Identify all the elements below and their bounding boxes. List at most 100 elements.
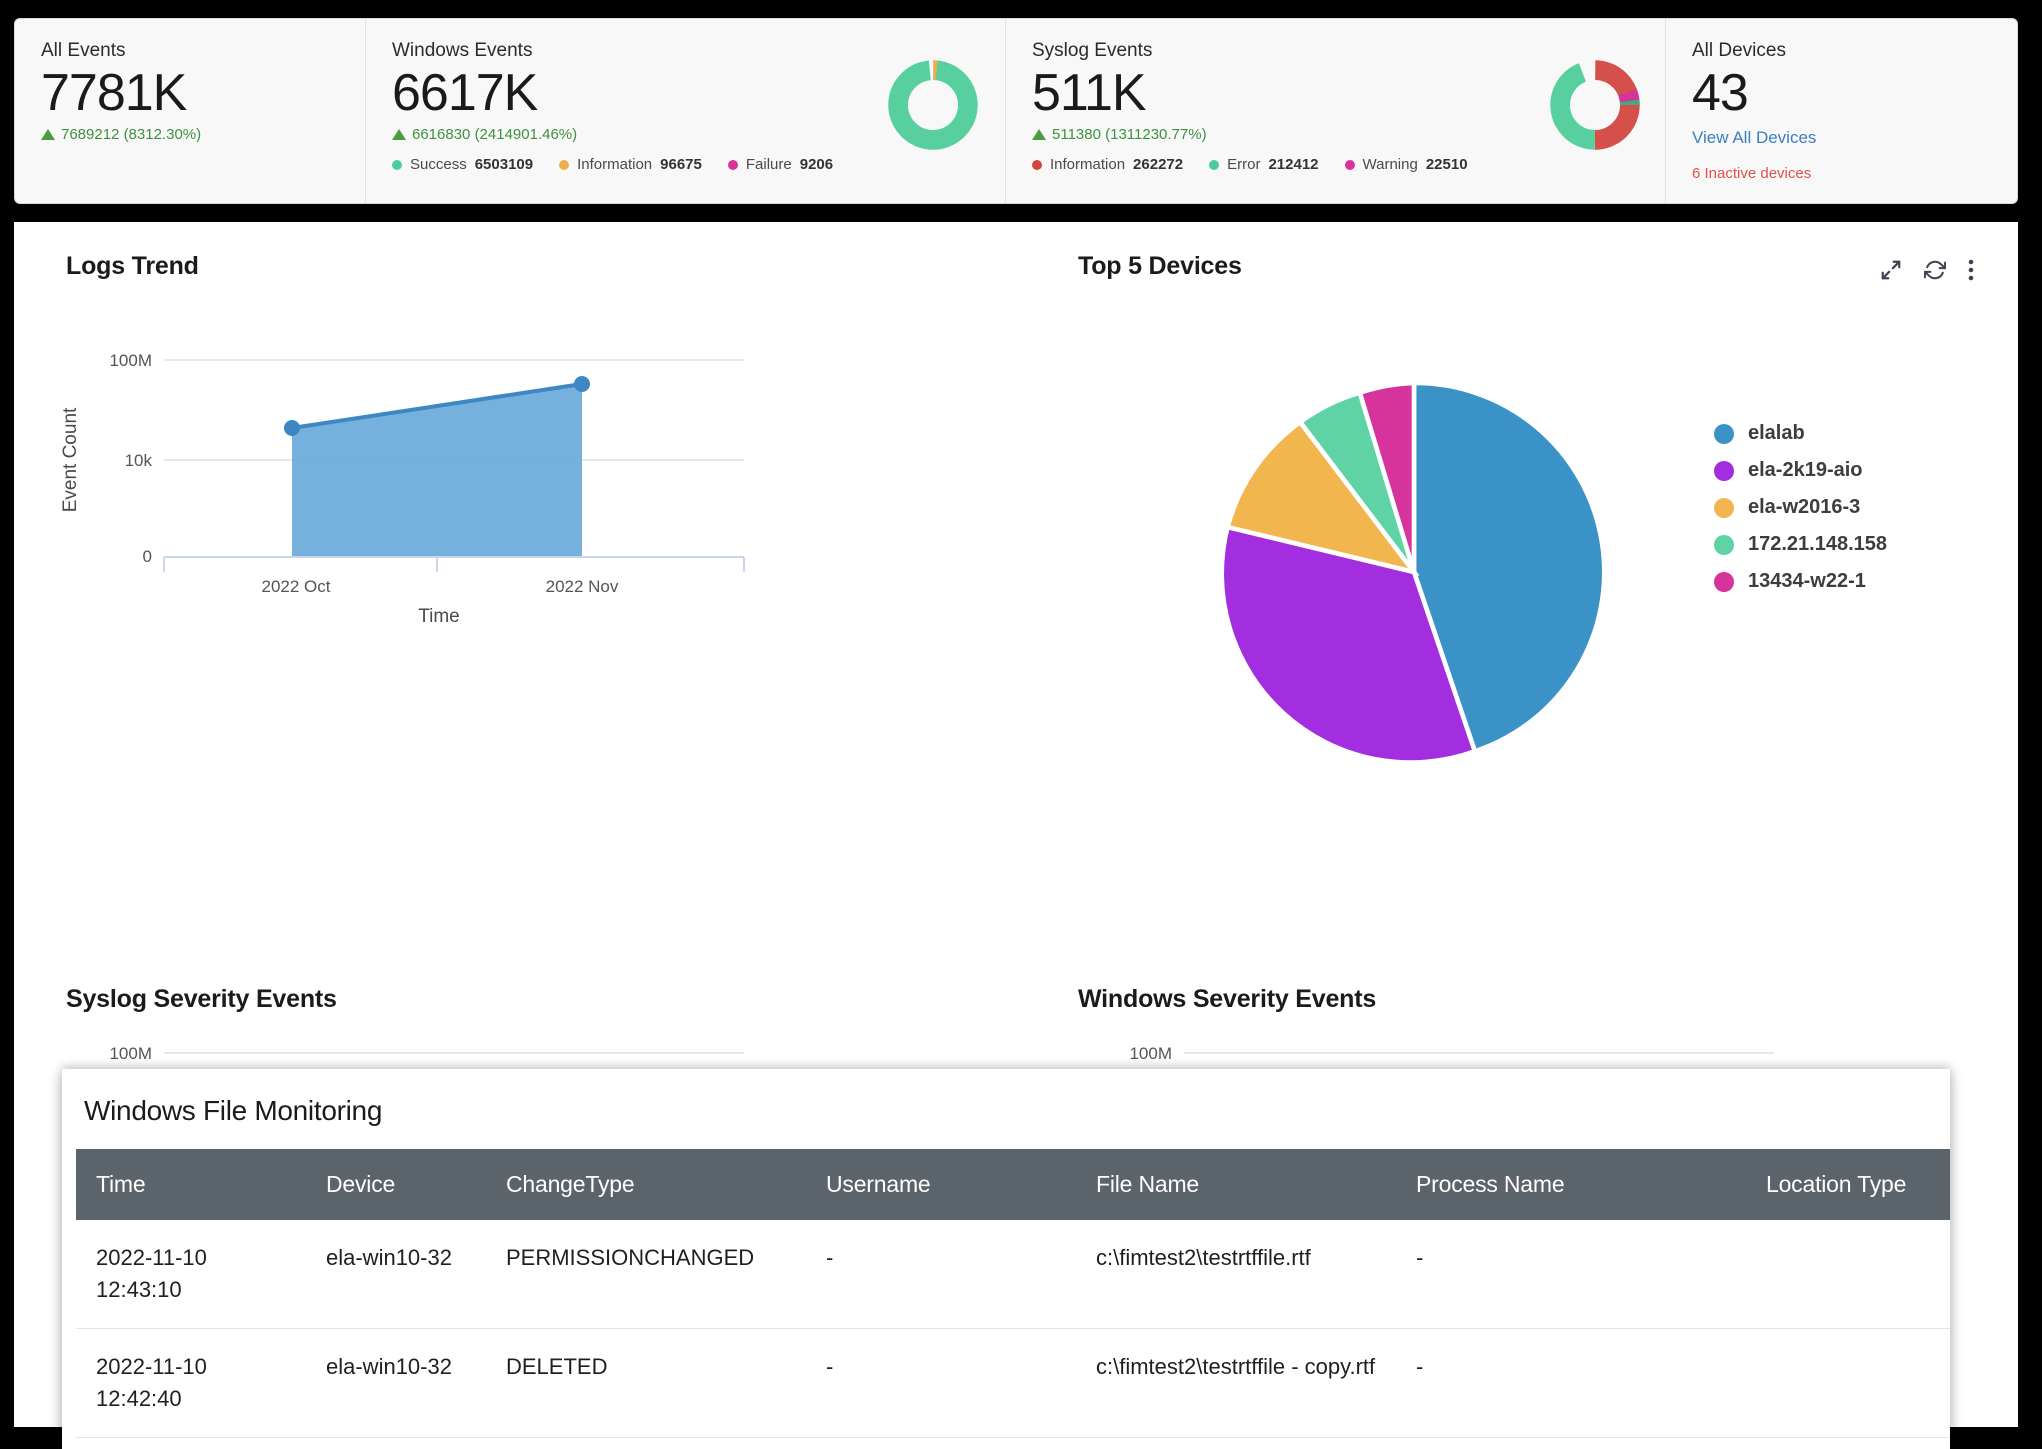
xtick-2022-oct: 2022 Oct xyxy=(262,577,331,596)
legend-value-syslog-information: 262272 xyxy=(1133,156,1184,173)
cell-username: - xyxy=(806,1328,1076,1438)
legend-value-syslog-warning: 22510 xyxy=(1425,156,1468,173)
kpi-card-all-events: All Events 7781K 7689212 (8312.30%) xyxy=(15,19,365,203)
ytick-100m: 100M xyxy=(109,351,152,370)
trend-up-icon xyxy=(392,129,406,141)
legend-dot-syslog-warning xyxy=(1344,159,1355,170)
ytick-100m: 100M xyxy=(1129,1044,1172,1063)
cell-username: - xyxy=(806,1220,1076,1329)
column-header-file-name[interactable]: File Name xyxy=(1076,1149,1396,1220)
kpi-legend-windows-events: Success 6503109 Information 96675 Failur… xyxy=(392,156,833,173)
legend-label-13434-w22-1: 13434-w22-1 xyxy=(1748,570,1866,592)
table-row[interactable]: 2022-11-10 12:42:40 ela-win10-32 DELETED… xyxy=(76,1328,1950,1438)
kpi-value-all-devices: 43 xyxy=(1692,64,1749,122)
panel-logs-trend: Logs Trend 100M 10k 0 Event Count 2022 O… xyxy=(14,222,1014,955)
panel-windows-file-monitoring: Windows File Monitoring Time Device Chan… xyxy=(62,1069,1950,1449)
cell-location-type xyxy=(1746,1220,1950,1329)
ytick-10k: 10k xyxy=(125,451,153,470)
legend-label-failure: Failure xyxy=(745,156,792,173)
view-all-devices-link[interactable]: View All Devices xyxy=(1692,128,2015,148)
kpi-card-windows-events: Windows Events 6617K 6616830 (2414901.46… xyxy=(365,19,1005,203)
legend-item-information: Information 96675 xyxy=(559,156,702,173)
cell-changetype: DELETED xyxy=(486,1328,806,1438)
panel-title-syslog-severity: Syslog Severity Events xyxy=(66,985,337,1013)
column-header-time[interactable]: Time xyxy=(76,1149,306,1220)
legend-dot-13434-w22-1 xyxy=(1714,571,1734,592)
expand-icon[interactable] xyxy=(1880,259,1902,281)
legend-label-information: Information xyxy=(577,156,653,173)
logs-trend-chart: 100M 10k 0 Event Count 2022 Oct 2022 Nov… xyxy=(60,351,745,627)
kpi-legend-syslog-events: Information 262272 Error 212412 Warning … xyxy=(1032,156,1468,173)
kpi-title-all-devices: All Devices xyxy=(1692,40,1786,61)
column-header-process-name[interactable]: Process Name xyxy=(1396,1149,1746,1220)
cell-time: 2022-11-10 12:42:40 xyxy=(76,1328,306,1438)
legend-dot-information xyxy=(559,159,570,170)
kpi-card-syslog-events: Syslog Events 511K 511380 (1311230.77%) … xyxy=(1005,19,1665,203)
kpi-value-all-events: 7781K xyxy=(41,64,187,122)
table-header-row: Time Device ChangeType Username File Nam… xyxy=(76,1149,1950,1220)
column-header-username[interactable]: Username xyxy=(806,1149,1076,1220)
trend-up-icon xyxy=(1032,129,1046,141)
refresh-icon[interactable] xyxy=(1924,259,1946,281)
cell-changetype: PERMISSIONCHANGED xyxy=(486,1220,806,1329)
kpi-delta-all-events: 7689212 (8312.30%) xyxy=(41,126,365,143)
top-devices-legend: elalab ela-2k19-aio ela-w2016-3 172.21.1… xyxy=(1714,422,1887,593)
legend-item-172-21-148-158[interactable]: 172.21.148.158 xyxy=(1714,533,1887,556)
legend-item-syslog-warning: Warning 22510 xyxy=(1344,156,1468,173)
legend-item-13434-w22-1[interactable]: 13434-w22-1 xyxy=(1714,570,1887,593)
legend-item-elalab[interactable]: elalab xyxy=(1714,422,1887,445)
kpi-title-syslog-events: Syslog Events xyxy=(1032,40,1153,61)
ytick-0: 0 xyxy=(143,547,152,566)
legend-value-failure: 9206 xyxy=(799,156,834,173)
top-devices-pie-chart xyxy=(1219,380,1607,765)
legend-dot-172-21-148-158 xyxy=(1714,534,1734,555)
legend-item-syslog-error: Error 212412 xyxy=(1209,156,1319,173)
donut-svg xyxy=(888,60,978,150)
column-header-changetype[interactable]: ChangeType xyxy=(486,1149,806,1220)
cell-location-type xyxy=(1746,1328,1950,1438)
kpi-delta-text-all-events: 7689212 (8312.30%) xyxy=(61,126,202,144)
kpi-card-all-devices: All Devices 43 View All Devices 6 Inacti… xyxy=(1665,19,2015,203)
legend-dot-ela-2k19-aio xyxy=(1714,460,1734,481)
column-header-device[interactable]: Device xyxy=(306,1149,486,1220)
column-header-location-type[interactable]: Location Type xyxy=(1746,1149,1950,1220)
ytick-100m: 100M xyxy=(109,1044,152,1063)
panel-title-top-5-devices: Top 5 Devices xyxy=(1078,252,1242,280)
more-options-icon[interactable] xyxy=(1968,258,1974,282)
kpi-title-windows-events: Windows Events xyxy=(392,40,533,61)
kpi-title-all-events: All Events xyxy=(41,40,126,61)
legend-dot-failure xyxy=(727,159,738,170)
file-monitoring-table: Time Device ChangeType Username File Nam… xyxy=(76,1149,1950,1438)
kpi-delta-text-windows-events: 6616830 (2414901.46%) xyxy=(412,126,578,144)
cell-file-name: c:\fimtest2\testrtffile - copy.rtf xyxy=(1076,1328,1396,1438)
all-devices-donut-chart xyxy=(1549,59,1641,156)
kpi-delta-text-syslog-events: 511380 (1311230.77%) xyxy=(1052,126,1207,144)
panel-top-5-devices: Top 5 Devices elalab ela-2k19-aio ela-w2… xyxy=(1014,222,2018,955)
legend-dot-syslog-information xyxy=(1032,159,1042,170)
cell-time: 2022-11-10 12:43:10 xyxy=(76,1220,306,1329)
donut-svg xyxy=(1550,60,1640,150)
legend-label-success: Success xyxy=(410,156,467,173)
legend-item-ela-2k19-aio[interactable]: ela-2k19-aio xyxy=(1714,459,1887,482)
legend-value-syslog-error: 212412 xyxy=(1268,156,1319,173)
data-point xyxy=(574,376,590,392)
cell-device: ela-win10-32 xyxy=(306,1220,486,1329)
cell-process-name: - xyxy=(1396,1220,1746,1329)
legend-dot-ela-w2016-3 xyxy=(1714,497,1734,518)
legend-item-syslog-information: Information 262272 xyxy=(1032,156,1183,173)
legend-item-failure: Failure 9206 xyxy=(727,156,834,173)
table-row[interactable]: 2022-11-10 12:43:10 ela-win10-32 PERMISS… xyxy=(76,1220,1950,1329)
legend-label-syslog-error: Error xyxy=(1227,156,1261,173)
legend-label-syslog-warning: Warning xyxy=(1362,156,1418,173)
legend-item-ela-w2016-3[interactable]: ela-w2016-3 xyxy=(1714,496,1887,519)
legend-dot-success xyxy=(392,159,402,170)
panel-title-windows-severity: Windows Severity Events xyxy=(1078,985,1377,1013)
legend-item-success: Success 6503109 xyxy=(392,156,533,173)
data-point xyxy=(284,420,300,436)
cell-file-name: c:\fimtest2\testrtffile.rtf xyxy=(1076,1220,1396,1329)
legend-value-information: 96675 xyxy=(660,156,702,173)
legend-label-172-21-148-158: 172.21.148.158 xyxy=(1748,533,1888,555)
legend-label-elalab: elalab xyxy=(1748,422,1805,444)
summary-bar: All Events 7781K 7689212 (8312.30%) Wind… xyxy=(14,18,2018,204)
x-axis-title: Time xyxy=(418,606,460,627)
